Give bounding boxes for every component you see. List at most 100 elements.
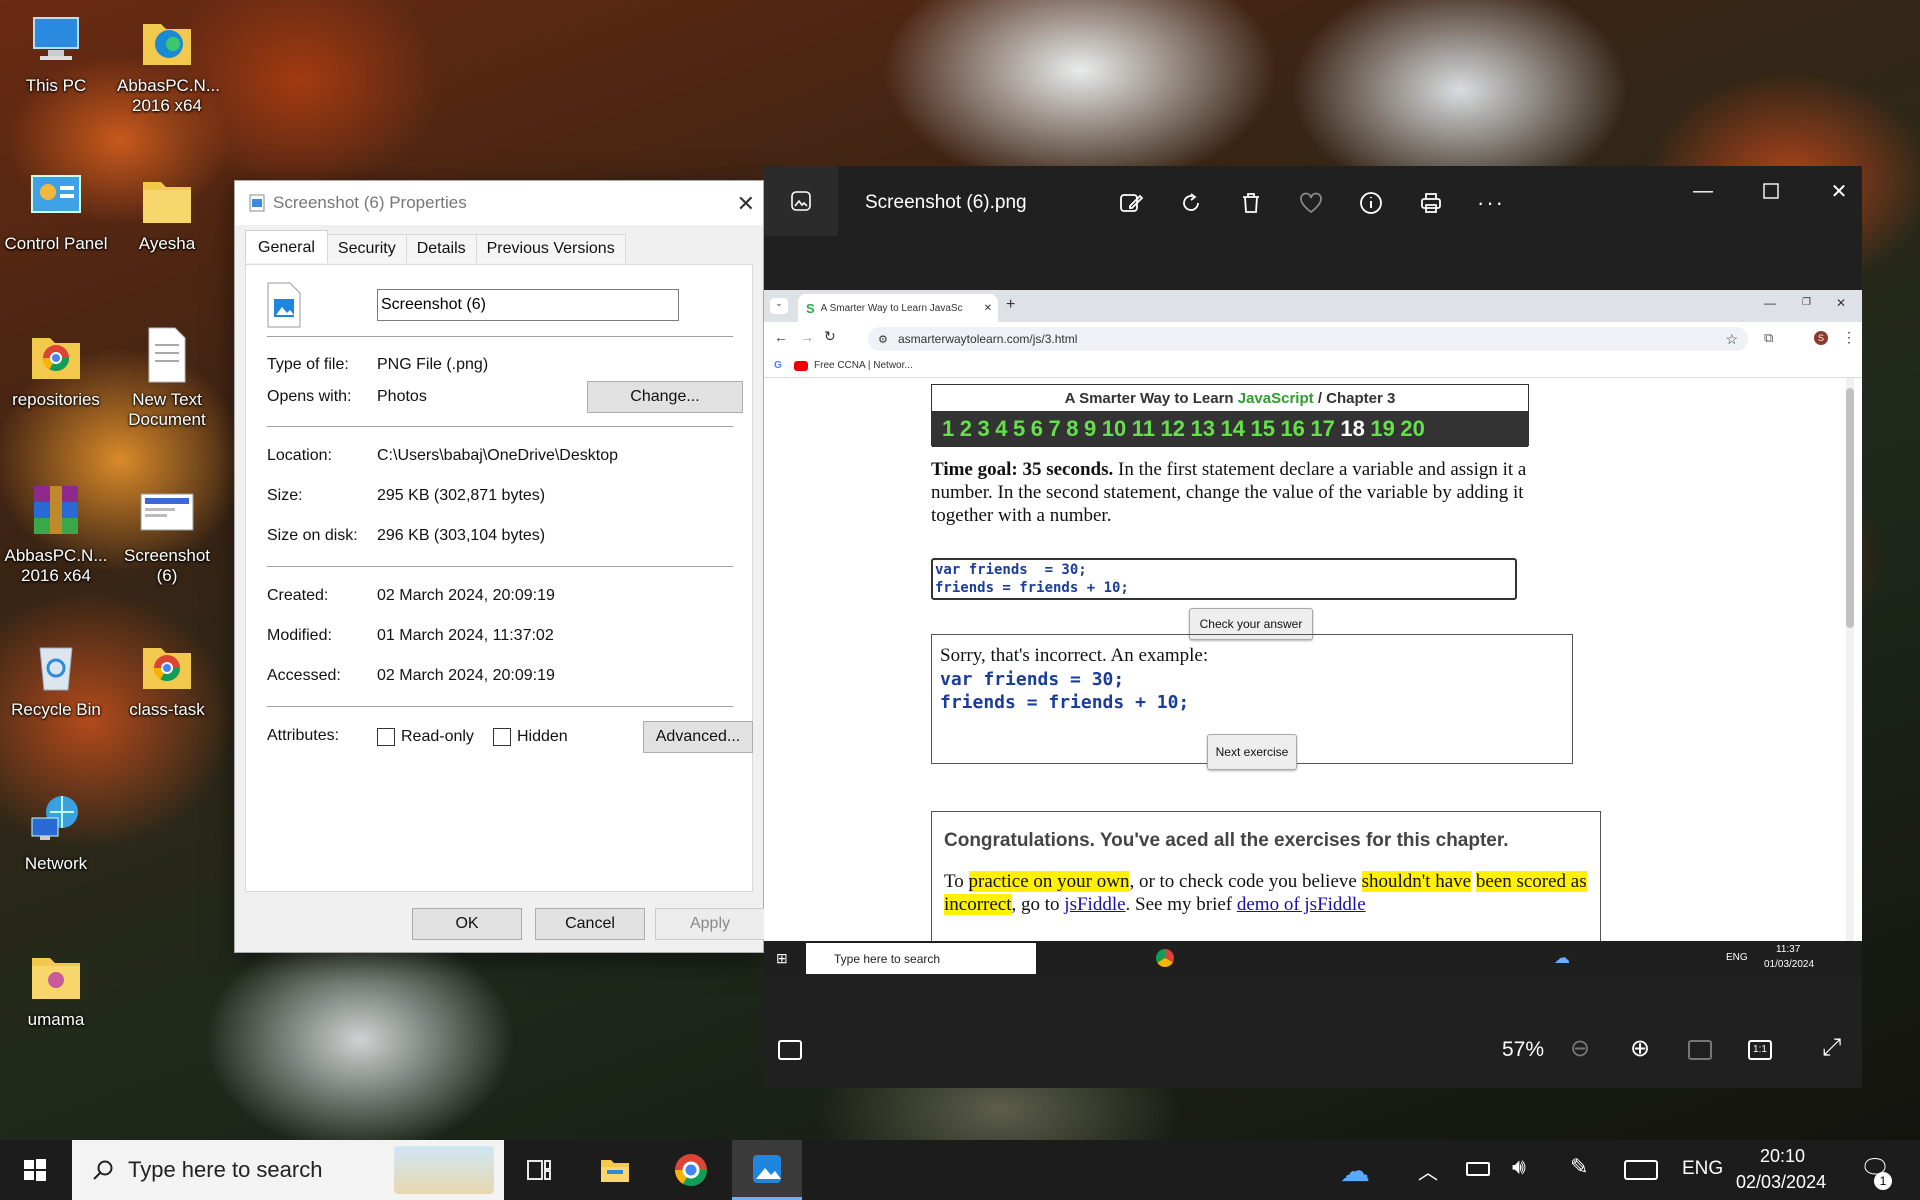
page-scrollbar[interactable]: [1846, 378, 1854, 976]
volume-icon[interactable]: 🔊︎: [1512, 1154, 1526, 1180]
more-options-icon[interactable]: ···: [1476, 188, 1506, 218]
forward-icon[interactable]: →: [800, 329, 814, 345]
properties-titlebar[interactable]: Screenshot (6) Properties ✕: [235, 181, 763, 225]
task-view-button[interactable]: [504, 1140, 574, 1200]
chapter-number-link[interactable]: 9: [1084, 416, 1096, 442]
tab-close-icon[interactable]: ✕: [984, 303, 992, 314]
chapter-number-link[interactable]: 14: [1220, 416, 1244, 442]
desktop-icon-umama[interactable]: umama: [0, 944, 112, 1030]
delete-icon[interactable]: [1236, 188, 1266, 218]
clock-time[interactable]: 20:10: [1760, 1146, 1805, 1167]
fullscreen-icon[interactable]: ⤢: [1822, 1034, 1841, 1062]
desktop-icon-abbaspc-winrar[interactable]: AbbasPC.N... 2016 x64: [0, 480, 112, 587]
profile-avatar[interactable]: S: [1814, 331, 1828, 345]
desktop-icon-abbaspc-edge[interactable]: AbbasPC.N... 2016 x64: [111, 10, 223, 117]
chapter-number-link[interactable]: 2: [960, 416, 972, 442]
chapter-number-link[interactable]: 4: [995, 416, 1007, 442]
desktop-icon-class-task[interactable]: class-task: [111, 634, 223, 720]
rotate-icon[interactable]: [1176, 188, 1206, 218]
chapter-number-link[interactable]: 13: [1190, 416, 1214, 442]
close-icon[interactable]: ✕: [1824, 176, 1854, 206]
chapter-number-link[interactable]: 7: [1049, 416, 1061, 442]
show-hidden-icons-chevron[interactable]: ︿: [1418, 1156, 1438, 1185]
desktop-icon-new-text-document[interactable]: New Text Document: [111, 324, 223, 431]
fit-to-window-icon[interactable]: [1688, 1040, 1712, 1060]
google-icon[interactable]: G: [774, 360, 782, 371]
chapter-number-link[interactable]: 19: [1370, 416, 1394, 442]
address-bar[interactable]: ⚙ asmarterwaytolearn.com/js/3.html ☆: [868, 327, 1748, 351]
checkbox-box[interactable]: [493, 728, 511, 746]
chapter-number-link[interactable]: 16: [1280, 416, 1304, 442]
chapter-number-link[interactable]: 10: [1102, 416, 1126, 442]
start-button[interactable]: [0, 1140, 70, 1200]
zoom-out-icon[interactable]: ⊖: [1570, 1034, 1590, 1063]
browser-close-icon[interactable]: ✕: [1836, 296, 1846, 310]
actual-size-icon[interactable]: 1:1: [1748, 1040, 1772, 1060]
apply-button[interactable]: Apply: [655, 908, 765, 940]
chapter-number-link[interactable]: 18: [1340, 416, 1364, 442]
bookmark-item[interactable]: Free CCNA | Networ...: [814, 360, 913, 371]
chapter-number-link[interactable]: 11: [1132, 416, 1155, 442]
tab-search-icon[interactable]: ⌄: [770, 298, 788, 314]
desktop-icon-ayesha[interactable]: Ayesha: [111, 168, 223, 254]
browser-restore-icon[interactable]: ❐: [1802, 297, 1811, 308]
browser-minimize-icon[interactable]: —: [1764, 296, 1776, 310]
desktop-icon-repositories[interactable]: repositories: [0, 324, 112, 410]
zoom-in-icon[interactable]: ⊕: [1630, 1034, 1650, 1063]
filmstrip-icon[interactable]: [778, 1040, 802, 1060]
chapter-number-link[interactable]: 12: [1161, 416, 1185, 442]
extension-icon[interactable]: ⧉: [1764, 330, 1773, 346]
tab-general[interactable]: General: [245, 230, 328, 263]
desktop-icon-network[interactable]: Network: [0, 788, 112, 874]
checkbox-box[interactable]: [377, 728, 395, 746]
desktop-icon-recycle-bin[interactable]: Recycle Bin: [0, 634, 112, 720]
advanced-button[interactable]: Advanced...: [643, 721, 753, 753]
chapter-number-link[interactable]: 20: [1400, 416, 1424, 442]
file-explorer-button[interactable]: [580, 1140, 650, 1200]
chapter-number-link[interactable]: 3: [978, 416, 990, 442]
edit-image-icon[interactable]: [1116, 188, 1146, 218]
photos-gallery-icon[interactable]: [764, 166, 838, 236]
demo-jsfiddle-link[interactable]: demo of jsFiddle: [1237, 894, 1366, 915]
jsfiddle-link[interactable]: jsFiddle: [1064, 894, 1125, 915]
language-indicator[interactable]: ENG: [1682, 1158, 1723, 1180]
info-icon[interactable]: [1356, 188, 1386, 218]
next-exercise-button[interactable]: Next exercise: [1207, 734, 1297, 770]
hidden-checkbox[interactable]: Hidden: [493, 728, 568, 746]
chapter-number-link[interactable]: 5: [1013, 416, 1025, 442]
photos-button[interactable]: [732, 1140, 802, 1200]
bookmark-star-icon[interactable]: ☆: [1725, 331, 1738, 348]
close-icon[interactable]: ✕: [737, 191, 755, 217]
clock-date[interactable]: 02/03/2024: [1736, 1172, 1826, 1193]
desktop-icon-this-pc[interactable]: This PC: [0, 10, 112, 96]
chrome-button[interactable]: [656, 1140, 726, 1200]
new-tab-icon[interactable]: +: [1006, 296, 1015, 314]
browser-tab[interactable]: S A Smarter Way to Learn JavaSc ✕: [798, 294, 998, 322]
onedrive-cloud-icon[interactable]: ☁: [1340, 1154, 1370, 1189]
desktop-icon-screenshot-6[interactable]: Screenshot (6): [111, 480, 223, 587]
reload-icon[interactable]: ↻: [824, 328, 836, 345]
tab-previous-versions[interactable]: Previous Versions: [475, 234, 626, 263]
change-button[interactable]: Change...: [587, 381, 743, 413]
desktop-icon-control-panel[interactable]: Control Panel: [0, 168, 112, 254]
menu-icon[interactable]: ⋮: [1842, 329, 1856, 346]
readonly-checkbox[interactable]: Read-only: [377, 728, 474, 746]
chapter-number-link[interactable]: 8: [1066, 416, 1078, 442]
back-icon[interactable]: ←: [774, 329, 788, 345]
print-icon[interactable]: [1416, 188, 1446, 218]
cancel-button[interactable]: Cancel: [535, 908, 645, 940]
chapter-number-link[interactable]: 15: [1250, 416, 1274, 442]
scrollbar-thumb[interactable]: [1846, 388, 1854, 628]
chapter-number-link[interactable]: 6: [1031, 416, 1043, 442]
filename-input[interactable]: [377, 289, 679, 321]
ok-button[interactable]: OK: [412, 908, 522, 940]
keyboard-icon[interactable]: [1624, 1160, 1658, 1180]
tab-security[interactable]: Security: [326, 234, 407, 263]
taskbar-search-box[interactable]: Type here to search: [72, 1140, 504, 1200]
battery-icon[interactable]: [1466, 1162, 1490, 1176]
favorite-heart-icon[interactable]: [1296, 188, 1326, 218]
minimize-icon[interactable]: —: [1688, 176, 1718, 206]
chapter-number-link[interactable]: 1: [942, 416, 954, 442]
maximize-icon[interactable]: [1756, 176, 1786, 206]
answer-textarea[interactable]: var friends = 30; friends = friends + 10;: [931, 558, 1517, 600]
